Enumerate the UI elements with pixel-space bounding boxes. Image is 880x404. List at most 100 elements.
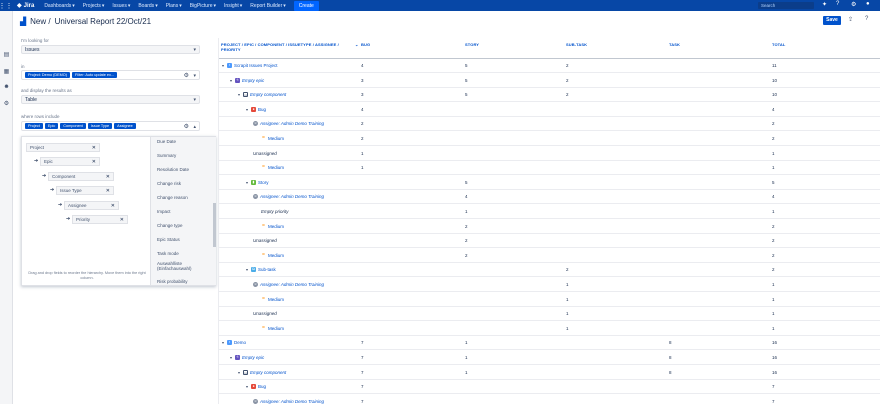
row-label[interactable]: Unassigned (253, 151, 277, 156)
col-header-story[interactable]: STORY (465, 42, 479, 47)
nav-bigpicture[interactable]: BigPicture ▾ (190, 3, 216, 9)
field-item[interactable]: Auswahlliste (Einfachauswahl) (157, 261, 213, 271)
expand-caret-icon[interactable]: ▾ (229, 78, 233, 83)
tree-item-issue-type[interactable]: Issue Type ✕ (56, 186, 114, 195)
row-label[interactable]: = Medium (261, 252, 284, 258)
looking-for-select[interactable]: Issues ▾ (21, 45, 200, 54)
expand-caret-icon[interactable]: ▾ (245, 384, 249, 389)
app-switcher-icon[interactable]: ⋮⋮ (0, 0, 13, 11)
nav-projects[interactable]: Projects ▾ (83, 3, 105, 9)
table-row[interactable]: ☺ Assignee: Admin Demo Training 2 2 (219, 117, 880, 132)
cell-total[interactable]: 2 (772, 253, 775, 258)
jira-logo[interactable]: ◆ Jira (17, 2, 34, 10)
create-button[interactable]: Create (293, 0, 319, 11)
cell-sub[interactable]: 2 (566, 63, 569, 68)
cell-task[interactable]: 8 (669, 340, 672, 345)
page-title[interactable]: Universal Report 22/Oct/21 (55, 17, 152, 26)
cell-total[interactable]: 1 (772, 209, 775, 214)
field-item[interactable]: Risk probability (157, 279, 188, 284)
nav-dashboards[interactable]: Dashboards ▾ (44, 3, 74, 9)
expand-caret-icon[interactable]: ▾ (237, 370, 241, 375)
expand-caret-icon[interactable]: ▾ (221, 340, 225, 345)
table-row[interactable]: = Medium 1 1 (219, 322, 880, 336)
cell-total[interactable]: 1 (772, 282, 775, 287)
row-label[interactable]: ☺ Assignee: Admin Demo Training (253, 121, 324, 127)
cell-bug[interactable]: 7 (361, 340, 364, 345)
gear-icon[interactable]: ⚙ (184, 123, 189, 130)
cell-bug[interactable]: 4 (361, 63, 364, 68)
cell-total[interactable]: 10 (772, 92, 777, 97)
cell-bug[interactable]: 1 (361, 165, 364, 170)
table-row[interactable]: = Medium 1 1 (219, 161, 880, 176)
table-row[interactable]: ☺ Assignee: Admin Demo Training 4 4 (219, 190, 880, 205)
cell-bug[interactable]: 7 (361, 355, 364, 360)
row-label[interactable]: ▾ ● Bug (245, 384, 266, 390)
row-label[interactable]: ☺ Assignee: Admin Demo Training (253, 282, 324, 287)
row-label[interactable]: ▾ ϟ Empty epic (229, 77, 264, 83)
table-row[interactable]: Unassigned 1 1 (219, 147, 880, 161)
expand-caret-icon[interactable]: ▾ (221, 63, 225, 68)
row-label[interactable]: ☺ Assignee: Admin Demo Training (253, 398, 324, 404)
chip-epic[interactable]: Epic (44, 123, 59, 129)
save-button[interactable]: Save (823, 16, 841, 25)
document-icon[interactable]: ▤ (3, 51, 10, 58)
table-row[interactable]: = Medium 1 1 (219, 293, 880, 307)
cell-total[interactable]: 10 (772, 78, 777, 83)
cell-bug[interactable]: 7 (361, 370, 364, 375)
row-label[interactable]: ☺ Assignee: Admin Demo Training (253, 194, 324, 200)
tree-item-project[interactable]: Project ✕ (26, 143, 100, 152)
table-row[interactable]: ▾ ▪ Scrapit Issues Project 4 5 2 11 (219, 59, 880, 73)
table-row[interactable]: ▾ ● Bug 4 4 (219, 103, 880, 117)
row-label[interactable]: ▾ ⧉ Sub-task (245, 267, 276, 273)
cell-total[interactable]: 2 (772, 121, 775, 126)
close-icon[interactable]: ✕ (92, 158, 96, 166)
cell-sub[interactable]: 2 (566, 92, 569, 97)
cell-total[interactable]: 7 (772, 384, 775, 389)
cell-bug[interactable]: 2 (361, 121, 364, 126)
row-label[interactable]: Empty priority (261, 209, 289, 214)
table-row[interactable]: ☺ Assignee: Admin Demo Training 7 7 (219, 395, 880, 404)
expand-caret-icon[interactable]: ▾ (245, 267, 249, 272)
table-row[interactable]: ▾ ▪ Demo 7 1 8 16 (219, 336, 880, 351)
cell-story[interactable]: 5 (465, 92, 468, 97)
cell-story[interactable]: 4 (465, 194, 468, 199)
settings-icon[interactable]: ⚙ (3, 100, 10, 107)
field-item[interactable]: Due Date (157, 139, 176, 144)
table-row[interactable]: = Medium 2 2 (219, 132, 880, 146)
row-label[interactable]: ▾ ▮ Story (245, 179, 269, 185)
users-icon[interactable]: ☻ (3, 84, 10, 91)
chip-saved-filter[interactable]: Filter: Auto update ex... (72, 72, 118, 78)
cell-bug[interactable]: 7 (361, 384, 364, 389)
cell-bug[interactable]: 2 (361, 136, 364, 141)
filter-chips[interactable]: Project: Demo (DEMO) Filter: Auto update… (21, 70, 200, 80)
col-header-subtask[interactable]: SUB-TASK (566, 42, 587, 47)
row-label[interactable]: ▾ ▭ Empty component (237, 92, 286, 98)
cell-sub[interactable]: 2 (566, 267, 569, 272)
tree-item-component[interactable]: Component ✕ (48, 172, 114, 181)
nav-boards[interactable]: Boards ▾ (138, 3, 157, 9)
table-row[interactable]: ▾ ▭ Empty component 7 1 8 16 (219, 366, 880, 380)
table-row[interactable]: ▾ ϟ Empty epic 7 1 8 16 (219, 351, 880, 365)
expand-caret-icon[interactable]: ▾ (229, 355, 233, 360)
avatar[interactable]: ● (866, 1, 870, 7)
field-item[interactable]: Summary (157, 153, 176, 158)
col-header-bug[interactable]: BUG (361, 42, 370, 47)
row-label[interactable]: = Medium (261, 165, 284, 171)
cell-bug[interactable]: 3 (361, 78, 364, 83)
table-row[interactable]: = Medium 2 2 (219, 249, 880, 263)
table-row[interactable]: ▾ ▭ Empty component 3 5 2 10 (219, 88, 880, 103)
col-header-hierarchy[interactable]: PROJECT / EPIC / COMPONENT / ISSUETYPE /… (221, 42, 349, 52)
table-row[interactable]: = Medium 2 2 (219, 220, 880, 234)
row-label[interactable]: = Medium (261, 296, 284, 302)
cell-total[interactable]: 2 (772, 267, 775, 272)
scrollbar[interactable] (213, 203, 216, 247)
row-label[interactable]: ▾ ● Bug (245, 106, 266, 112)
nav-plans[interactable]: Plans ▾ (166, 3, 182, 9)
field-item[interactable]: Resolution Date (157, 167, 189, 172)
chip-assignee[interactable]: Assignee (114, 123, 136, 129)
cell-story[interactable]: 2 (465, 253, 468, 258)
row-label[interactable]: = Medium (261, 325, 284, 331)
cell-total[interactable]: 1 (772, 165, 775, 170)
nav-issues[interactable]: Issues ▾ (112, 3, 130, 9)
cell-total[interactable]: 16 (772, 340, 777, 345)
